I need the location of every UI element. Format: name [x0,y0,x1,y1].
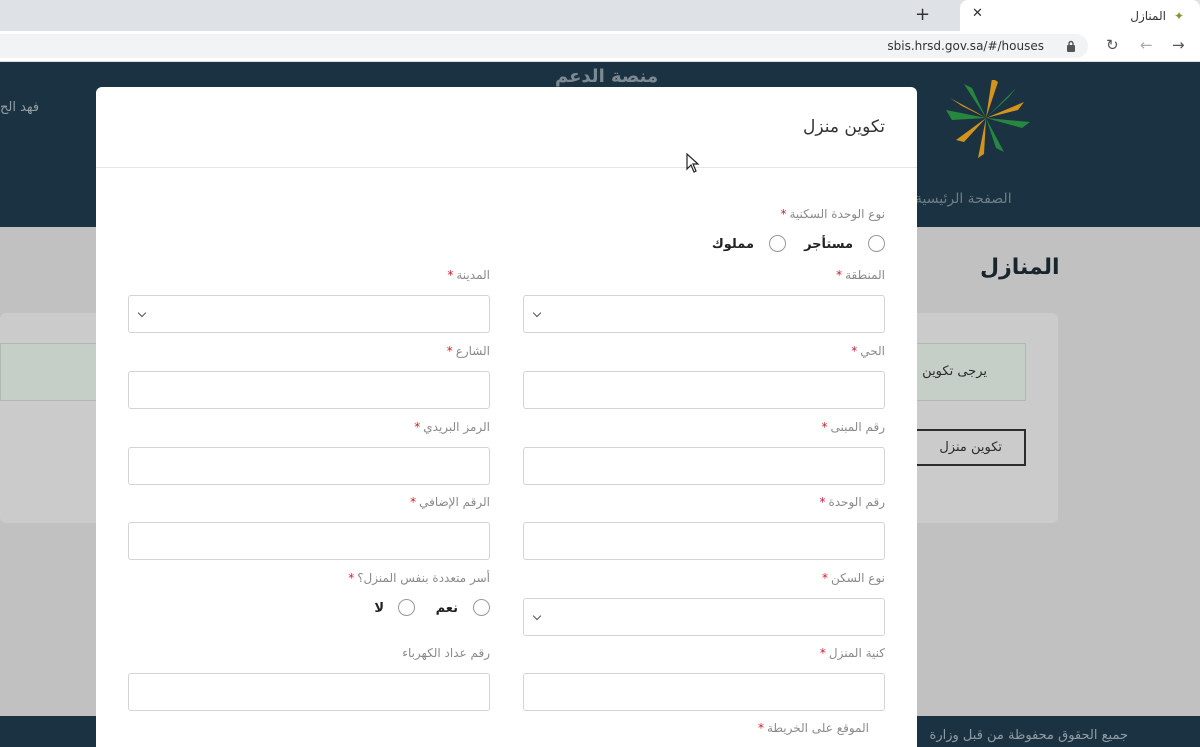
postal-code-input[interactable] [128,447,490,485]
unit-number-input[interactable] [523,522,885,560]
electricity-meter-label: رقم عداد الكهرباء [402,646,490,660]
browser-tab-bar: ✦ المنازل ✕ + [0,0,1200,31]
modal-divider [96,167,917,168]
house-name-label: كنية المنزل* [819,646,885,660]
forward-icon[interactable]: ← [1140,36,1153,54]
postal-code-label: الرمز البريدي* [414,420,490,434]
unit-type-label: نوع الوحدة السكنية* [780,207,885,221]
city-select[interactable] [128,295,490,333]
electricity-meter-input[interactable] [128,673,490,711]
unit-number-label: رقم الوحدة* [819,495,885,509]
modal-title: تكوين منزل [803,117,885,137]
house-name-input[interactable] [523,673,885,711]
back-icon[interactable]: → [1172,36,1185,54]
url-text[interactable]: sbis.hrsd.gov.sa/#/houses [887,39,1044,53]
reload-icon[interactable]: ↻ [1106,36,1119,54]
omnibox[interactable]: sbis.hrsd.gov.sa/#/houses [0,34,1088,58]
address-bar: sbis.hrsd.gov.sa/#/houses [0,31,1200,62]
radio-rented-label[interactable]: مستأجر [804,237,853,252]
additional-number-input[interactable] [128,522,490,560]
favicon-icon: ✦ [1173,8,1184,23]
district-input[interactable] [523,371,885,409]
street-input[interactable] [128,371,490,409]
radio-owned[interactable] [769,235,786,252]
radio-multi-family-no-label[interactable]: لا [374,601,384,616]
tab-title: المنازل [1130,8,1166,23]
street-label: الشارع* [446,344,490,358]
housing-type-label: نوع السكن* [822,571,885,585]
radio-multi-family-no[interactable] [398,599,415,616]
radio-rented[interactable] [868,235,885,252]
city-label: المدينة* [447,268,490,282]
radio-multi-family-yes-label[interactable]: نعم [436,601,458,616]
region-label: المنطقة* [836,268,885,282]
new-tab-icon[interactable]: + [915,4,930,25]
browser-tab[interactable]: ✦ المنازل ✕ [960,0,1200,31]
building-number-input[interactable] [523,447,885,485]
building-number-label: رقم المبنى* [821,420,885,434]
close-tab-icon[interactable]: ✕ [972,6,983,21]
map-location-label: الموقع على الخريطة* [758,721,869,735]
mouse-cursor-icon [686,153,700,173]
radio-multi-family-yes[interactable] [473,599,490,616]
radio-owned-label[interactable]: مملوك [712,237,754,252]
housing-type-select[interactable] [523,598,885,636]
lock-icon [1067,40,1075,52]
region-select[interactable] [523,295,885,333]
additional-number-label: الرقم الإضافي* [410,495,490,509]
multi-family-label: أسر متعددة بنفس المنزل؟* [348,571,490,585]
district-label: الحي* [851,344,885,358]
create-house-modal: تكوين منزل نوع الوحدة السكنية* مستأجر مم… [96,87,917,747]
